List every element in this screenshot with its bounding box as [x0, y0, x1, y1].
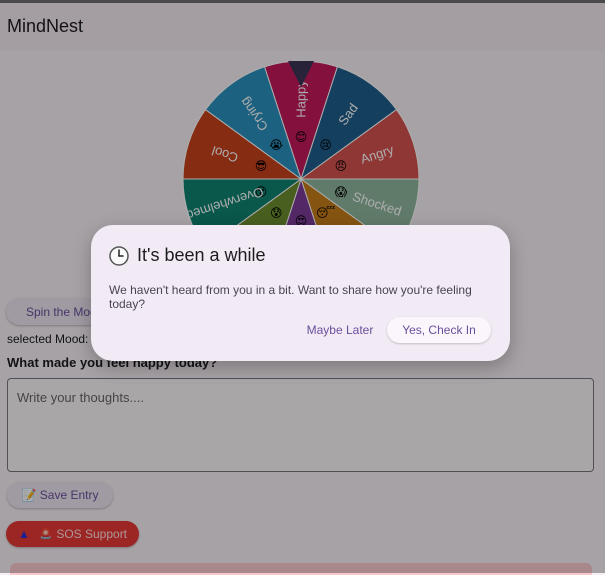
maybe-later-button[interactable]: Maybe Later	[300, 317, 380, 343]
dialog-message: We haven't heard from you in a bit. Want…	[109, 283, 472, 311]
check-in-button[interactable]: Yes, Check In	[387, 317, 491, 343]
clock-icon	[109, 245, 129, 266]
dialog-title: It's been a while	[137, 245, 266, 265]
dialog-title-row: It's been a while	[109, 245, 266, 266]
check-in-dialog: It's been a while We haven't heard from …	[91, 225, 510, 361]
